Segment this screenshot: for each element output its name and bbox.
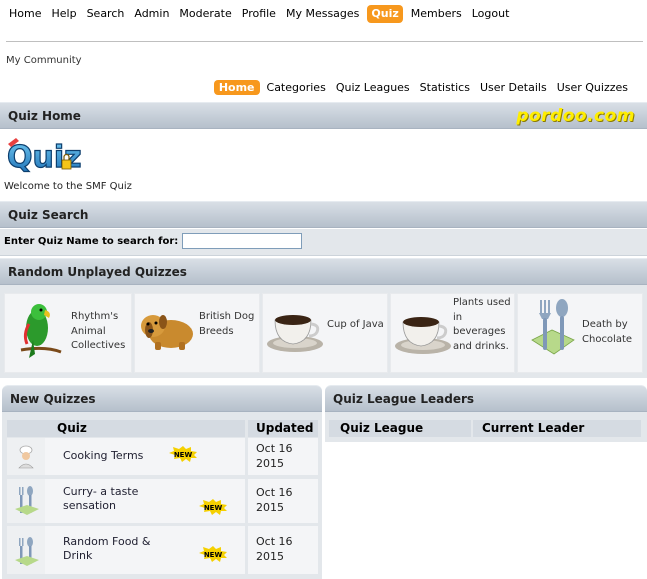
- new-quizzes-panel: Quiz Updated Cooking Terms NEW Oct 16 20…: [2, 412, 322, 579]
- table-cell-date: Oct 16 2015: [248, 479, 318, 523]
- new-badge-icon: NEW: [199, 546, 227, 562]
- chef-icon: [7, 438, 45, 475]
- cutlery-icon: [531, 299, 575, 355]
- dog-icon: [141, 315, 193, 350]
- league-leaders-title: Quiz League Leaders: [333, 392, 475, 406]
- cutlery-icon: [7, 526, 45, 574]
- quiz-name-link[interactable]: Cooking Terms: [63, 449, 143, 463]
- svg-text:NEW: NEW: [204, 504, 223, 512]
- random-quiz-card[interactable]: Cup of Java: [262, 293, 388, 373]
- new-badge-icon: NEW: [169, 446, 197, 462]
- random-unplayed-list: Rhythm's Animal Collectives British Dog …: [0, 285, 647, 378]
- menu-search[interactable]: Search: [82, 5, 130, 23]
- table-cell-date: Oct 16 2015: [248, 526, 318, 574]
- league-leaders-header: Quiz League Leaders: [325, 385, 647, 412]
- col-quiz: Quiz: [7, 420, 245, 437]
- menu-help[interactable]: Help: [46, 5, 81, 23]
- menu-my-messages[interactable]: My Messages: [281, 5, 364, 23]
- tab-user-details[interactable]: User Details: [475, 81, 552, 94]
- welcome-text: Welcome to the SMF Quiz: [4, 181, 132, 192]
- search-label: Enter Quiz Name to search for:: [4, 236, 179, 247]
- divider: [6, 41, 643, 42]
- col-quiz-league: Quiz League: [329, 420, 471, 437]
- menu-admin[interactable]: Admin: [129, 5, 174, 23]
- parrot-icon: [20, 304, 62, 358]
- random-unplayed-header: Random Unplayed Quizzes: [0, 258, 647, 285]
- menu-moderate[interactable]: Moderate: [174, 5, 236, 23]
- col-current-leader: Current Leader: [473, 420, 641, 437]
- menu-members[interactable]: Members: [406, 5, 467, 23]
- tab-categories[interactable]: Categories: [262, 81, 331, 94]
- random-quiz-label: British Dog Breeds: [199, 311, 255, 337]
- quiz-updated-date: Oct 16 2015: [256, 535, 293, 563]
- new-quizzes-title: New Quizzes: [10, 392, 96, 406]
- quiz-updated-date: Oct 16 2015: [256, 442, 293, 470]
- quiz-logo-icon: Quiz: [6, 138, 82, 176]
- quiz-logo-text: Quiz: [7, 140, 82, 175]
- quiz-search-header: Quiz Search: [0, 201, 647, 228]
- table-row[interactable]: Cooking Terms NEW: [7, 438, 245, 475]
- new-quizzes-header: New Quizzes: [2, 385, 322, 412]
- menu-logout[interactable]: Logout: [467, 5, 515, 23]
- random-quiz-card[interactable]: British Dog Breeds: [134, 293, 260, 373]
- svg-text:NEW: NEW: [174, 451, 193, 459]
- svg-text:NEW: NEW: [204, 551, 223, 559]
- table-row[interactable]: Random Food & Drink NEW: [7, 526, 245, 574]
- tab-quiz-leagues[interactable]: Quiz Leagues: [331, 81, 415, 94]
- quiz-search-title: Quiz Search: [8, 208, 89, 222]
- quiz-name-link[interactable]: Random Food & Drink: [63, 535, 163, 563]
- quiz-search-input[interactable]: [182, 233, 302, 249]
- quiz-name-link[interactable]: Curry- a taste sensation: [63, 485, 163, 513]
- quiz-updated-date: Oct 16 2015: [256, 486, 293, 514]
- brand-logo: pordoo.com: [516, 106, 635, 126]
- random-quiz-card[interactable]: Rhythm's Animal Collectives: [4, 293, 132, 373]
- coffee-cup-icon: [267, 315, 323, 352]
- coffee-cup-icon: [395, 317, 451, 354]
- quiz-home-header: Quiz Home pordoo.com: [0, 102, 647, 129]
- quiz-home-title: Quiz Home: [8, 109, 81, 123]
- top-menu: Home Help Search Admin Moderate Profile …: [4, 4, 514, 24]
- random-quiz-label: Death by Chocolate: [582, 319, 633, 345]
- menu-home[interactable]: Home: [4, 5, 46, 23]
- table-row[interactable]: Curry- a taste sensation NEW: [7, 479, 245, 523]
- col-updated: Updated: [248, 420, 318, 437]
- tab-user-quizzes[interactable]: User Quizzes: [552, 81, 633, 94]
- quiz-search-row: Enter Quiz Name to search for:: [0, 229, 647, 256]
- tab-home[interactable]: Home: [213, 79, 260, 95]
- league-leaders-panel: Quiz League Current Leader: [325, 412, 647, 442]
- breadcrumb[interactable]: My Community: [6, 55, 82, 66]
- menu-quiz[interactable]: Quiz: [367, 5, 403, 23]
- random-quiz-card[interactable]: Death by Chocolate: [517, 293, 643, 373]
- random-unplayed-title: Random Unplayed Quizzes: [8, 265, 187, 279]
- tab-statistics[interactable]: Statistics: [415, 81, 475, 94]
- table-cell-date: Oct 16 2015: [248, 438, 318, 475]
- menu-profile[interactable]: Profile: [237, 5, 281, 23]
- random-quiz-label: Plants used in beverages and drinks.: [453, 297, 511, 352]
- random-quiz-card[interactable]: Plants used in beverages and drinks.: [390, 293, 515, 373]
- cutlery-icon: [7, 479, 45, 523]
- random-quiz-label: Cup of Java: [327, 319, 384, 330]
- random-quiz-label: Rhythm's Animal Collectives: [71, 311, 126, 351]
- new-badge-icon: NEW: [199, 499, 227, 515]
- quiz-sub-menu: Home Categories Quiz Leagues Statistics …: [213, 78, 633, 96]
